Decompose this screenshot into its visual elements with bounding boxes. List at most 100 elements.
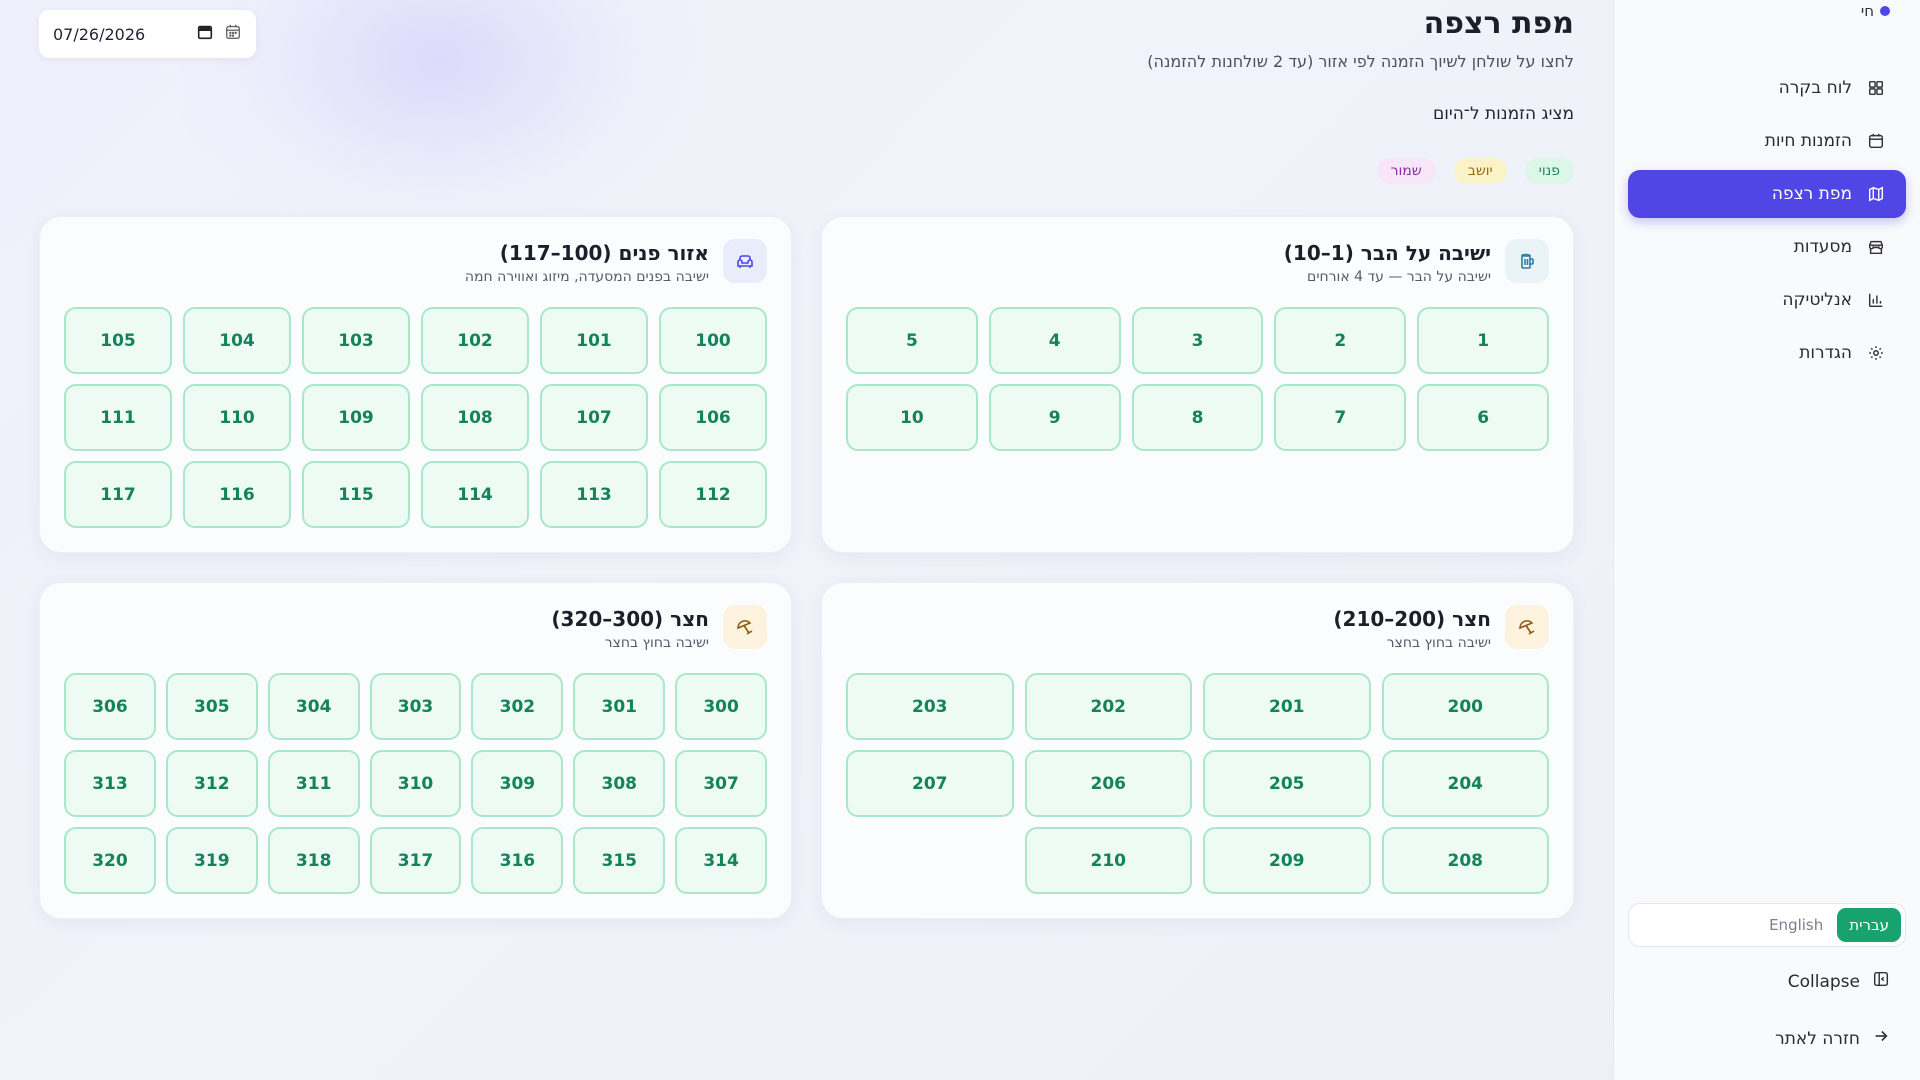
table-301[interactable]: 301: [573, 673, 666, 740]
table-203[interactable]: 203: [846, 673, 1014, 740]
dashboard-icon: [1866, 78, 1886, 98]
table-4[interactable]: 4: [988, 307, 1121, 374]
table-107[interactable]: 107: [540, 384, 648, 451]
table-115[interactable]: 115: [302, 461, 410, 528]
table-311[interactable]: 311: [267, 750, 360, 817]
sidebar-item-label: הגדרות: [1799, 343, 1852, 363]
zone-title: ישיבה על הבר (1–10): [1283, 241, 1491, 265]
table-209[interactable]: 209: [1203, 827, 1371, 894]
umbrella-icon: [723, 605, 767, 649]
collapse-button[interactable]: Collapse: [1788, 970, 1890, 993]
sidebar-item-floor-map[interactable]: מפת רצפה: [1628, 170, 1906, 218]
table-312[interactable]: 312: [165, 750, 258, 817]
table-1[interactable]: 1: [1417, 307, 1549, 374]
table-315[interactable]: 315: [573, 827, 666, 894]
table-308[interactable]: 308: [573, 750, 666, 817]
table-8[interactable]: 8: [1131, 384, 1264, 451]
table-307[interactable]: 307: [675, 750, 767, 817]
map-icon: [1866, 184, 1886, 204]
language-switcher: עברית English: [1628, 903, 1906, 947]
table-201[interactable]: 201: [1203, 673, 1371, 740]
table-314[interactable]: 314: [675, 827, 767, 894]
sidebar-item-live-bookings[interactable]: הזמנות חיות: [1628, 117, 1906, 165]
legend-seated-badge: יושב: [1453, 158, 1507, 184]
table-208[interactable]: 208: [1381, 827, 1549, 894]
table-111[interactable]: 111: [64, 384, 172, 451]
table-5[interactable]: 5: [846, 307, 978, 374]
table-110[interactable]: 110: [183, 384, 291, 451]
table-100[interactable]: 100: [659, 307, 767, 374]
table-300[interactable]: 300: [675, 673, 767, 740]
table-318[interactable]: 318: [267, 827, 360, 894]
table-303[interactable]: 303: [369, 673, 462, 740]
gear-icon: [1866, 343, 1886, 363]
zone-header: חצר (200–210) ישיבה בחוץ בחצר: [1333, 605, 1549, 651]
table-317[interactable]: 317: [369, 827, 462, 894]
table-103[interactable]: 103: [302, 307, 410, 374]
table-109[interactable]: 109: [302, 384, 410, 451]
table-2[interactable]: 2: [1274, 307, 1407, 374]
table-101[interactable]: 101: [540, 307, 648, 374]
sidebar-item-label: אנליטיקה: [1782, 290, 1852, 310]
sofa-icon: [723, 239, 767, 283]
table-204[interactable]: 204: [1381, 750, 1549, 817]
table-117[interactable]: 117: [64, 461, 172, 528]
table-114[interactable]: 114: [421, 461, 529, 528]
zone-card-patio-200: חצר (200–210) ישיבה בחוץ בחצר 200 201 202 2…: [821, 582, 1574, 919]
table-309[interactable]: 309: [471, 750, 564, 817]
calendar-picker-icon[interactable]: [196, 23, 214, 45]
sidebar-item-restaurants[interactable]: מסעדות: [1628, 223, 1906, 271]
legend-reserved-badge: שמור: [1376, 158, 1436, 184]
table-200[interactable]: 200: [1381, 673, 1549, 740]
table-202[interactable]: 202: [1024, 673, 1192, 740]
zone-subtitle: ישיבה על הבר — עד 4 אורחים: [1307, 269, 1491, 285]
date-value[interactable]: 07/26/2026: [53, 25, 186, 44]
table-304[interactable]: 304: [267, 673, 360, 740]
date-input[interactable]: 07/26/2026: [39, 10, 256, 58]
table-206[interactable]: 206: [1024, 750, 1192, 817]
lang-english-button[interactable]: English: [1769, 916, 1823, 934]
table-108[interactable]: 108: [421, 384, 529, 451]
table-112[interactable]: 112: [659, 461, 767, 528]
table-320[interactable]: 320: [64, 827, 156, 894]
table-319[interactable]: 319: [165, 827, 258, 894]
zone-card-patio-300: חצר (300–320) ישיבה בחוץ בחצר 300 301 302 3…: [39, 582, 792, 919]
table-306[interactable]: 306: [64, 673, 156, 740]
table-310[interactable]: 310: [369, 750, 462, 817]
table-305[interactable]: 305: [165, 673, 258, 740]
sidebar-item-analytics[interactable]: אנליטיקה: [1628, 276, 1906, 324]
table-3[interactable]: 3: [1131, 307, 1264, 374]
table-6[interactable]: 6: [1417, 384, 1549, 451]
brand[interactable]: חי: [1861, 2, 1890, 20]
table-10[interactable]: 10: [846, 384, 978, 451]
table-210[interactable]: 210: [1024, 827, 1192, 894]
zone-title: חצר (300–320): [551, 607, 709, 631]
table-102[interactable]: 102: [421, 307, 529, 374]
table-302[interactable]: 302: [471, 673, 564, 740]
sidebar-item-settings[interactable]: הגדרות: [1628, 329, 1906, 377]
back-to-site-link[interactable]: חזרה לאתר: [1775, 1027, 1890, 1050]
table-207[interactable]: 207: [846, 750, 1014, 817]
table-105[interactable]: 105: [64, 307, 172, 374]
table-104[interactable]: 104: [183, 307, 291, 374]
collapse-panel-icon: [1872, 970, 1890, 993]
table-113[interactable]: 113: [540, 461, 648, 528]
table-grid-patio-200: 200 201 202 203 204 205 206 207 208 209 210: [846, 673, 1549, 894]
beer-icon: [1505, 239, 1549, 283]
table-313[interactable]: 313: [64, 750, 156, 817]
table-205[interactable]: 205: [1203, 750, 1371, 817]
showing-label: מציג הזמנות ל־היום: [1432, 104, 1574, 124]
calendar-icon[interactable]: [224, 23, 242, 45]
brand-dot-icon: [1880, 6, 1890, 16]
collapse-label: Collapse: [1787, 971, 1860, 992]
lang-hebrew-button[interactable]: עברית: [1837, 908, 1901, 942]
table-116[interactable]: 116: [183, 461, 291, 528]
sidebar-item-dashboard[interactable]: לוח בקרה: [1628, 64, 1906, 112]
table-106[interactable]: 106: [659, 384, 767, 451]
zone-card-bar: ישיבה על הבר (1–10) ישיבה על הבר — עד 4 …: [821, 216, 1574, 553]
table-9[interactable]: 9: [988, 384, 1121, 451]
table-7[interactable]: 7: [1274, 384, 1407, 451]
table-316[interactable]: 316: [471, 827, 564, 894]
table-grid-bar: 1 2 3 4 5 6 7 8 9 10: [846, 307, 1549, 451]
status-legend: פנוי יושב שמור: [1376, 158, 1574, 184]
